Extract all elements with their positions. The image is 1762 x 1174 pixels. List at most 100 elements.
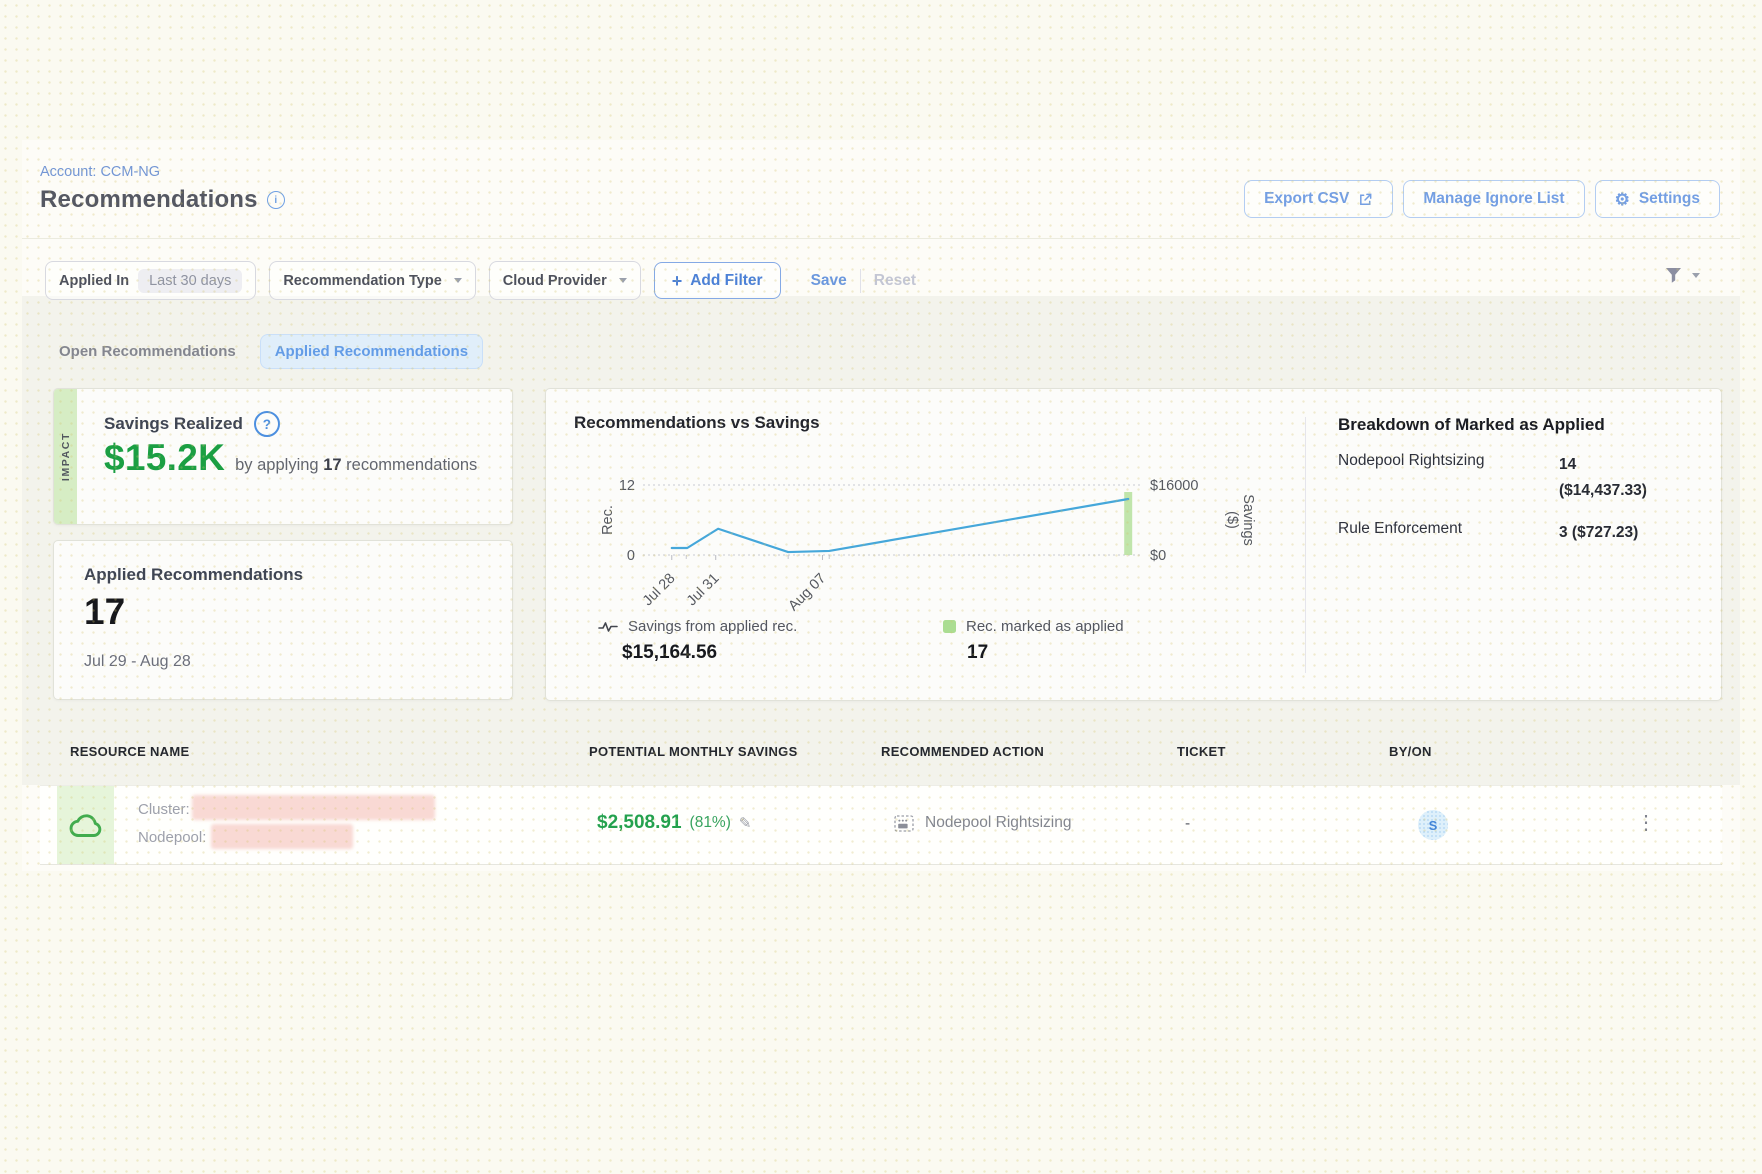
chevron-down-icon: [619, 278, 627, 283]
applied-card-title: Applied Recommendations: [84, 565, 303, 585]
breakdown-panel: Breakdown of Marked as Applied Nodepool …: [1338, 415, 1698, 546]
legend-savings: Savings from applied rec. $15,164.56: [598, 618, 797, 664]
edit-pencil-icon[interactable]: ✎: [739, 814, 752, 832]
card-divider: [1305, 417, 1306, 673]
manage-ignore-list-label: Manage Ignore List: [1423, 190, 1564, 208]
svg-text:$16000: $16000: [1150, 478, 1198, 494]
column-header-potential-savings: POTENTIAL MONTHLY SAVINGS: [589, 744, 798, 759]
tab-open-recommendations[interactable]: Open Recommendations: [45, 335, 250, 368]
page-title-row: Recommendations i: [40, 186, 285, 214]
breakdown-row: Rule Enforcement 3 ($727.23): [1338, 520, 1698, 546]
header-actions: Export CSV Manage Ignore List ⚙ Settings: [1244, 180, 1720, 218]
svg-text:Jul 28: Jul 28: [640, 571, 679, 610]
impact-strip: IMPACT: [54, 389, 77, 524]
table-row[interactable]: Cluster: Nodepool: $2,508.91 (81%) ✎ Nod…: [40, 785, 1722, 865]
savings-amount-row: $15.2K by applying 17 recommendations: [104, 437, 477, 479]
impact-strip-label: IMPACT: [60, 432, 72, 481]
breakdown-title: Breakdown of Marked as Applied: [1338, 415, 1698, 435]
svg-text:Rec.: Rec.: [600, 505, 616, 535]
settings-button[interactable]: ⚙ Settings: [1595, 180, 1720, 218]
row-savings-value: $2,508.91: [597, 812, 682, 834]
svg-text:0: 0: [627, 548, 635, 564]
cluster-label: Cluster:: [138, 801, 190, 818]
action-cell: Nodepool Rightsizing: [894, 814, 1071, 832]
avatar[interactable]: S: [1418, 810, 1448, 840]
impact-card: IMPACT Savings Realized ? $15.2K by appl…: [53, 388, 513, 525]
chart-card: Recommendations vs Savings 120$16000$0Re…: [545, 388, 1722, 701]
export-csv-button[interactable]: Export CSV: [1244, 180, 1393, 218]
savings-cell: $2,508.91 (81%) ✎: [597, 812, 751, 834]
column-header-resource-name: RESOURCE NAME: [70, 744, 189, 759]
column-header-by-on: BY/ON: [1389, 744, 1432, 759]
export-csv-label: Export CSV: [1264, 190, 1349, 208]
cloud-icon: [68, 812, 104, 839]
filter-chip-recommendation-type[interactable]: Recommendation Type: [269, 261, 475, 300]
resource-type-cell: [57, 786, 114, 864]
chevron-down-icon: [1692, 273, 1700, 278]
row-menu-kebab-icon[interactable]: ⋮: [1636, 813, 1656, 833]
add-filter-button[interactable]: + Add Filter: [654, 262, 781, 299]
plus-icon: +: [672, 272, 683, 290]
question-icon[interactable]: ?: [254, 411, 280, 437]
filter-chip-applied-in[interactable]: Applied In Last 30 days: [45, 261, 256, 300]
recommendation-type-label: Recommendation Type: [283, 273, 441, 289]
save-filter-button[interactable]: Save: [811, 272, 847, 290]
add-filter-label: Add Filter: [690, 272, 762, 290]
line-wave-icon: [598, 620, 618, 634]
svg-text:Aug 07: Aug 07: [785, 571, 829, 615]
breakdown-value-line2: ($14,437.33): [1559, 482, 1647, 499]
column-header-recommended-action: RECOMMENDED ACTION: [881, 744, 1044, 759]
redacted-nodepool-name: [211, 824, 353, 849]
breakdown-row-value: 3 ($727.23): [1559, 520, 1638, 546]
nodepool-label: Nodepool:: [138, 829, 206, 846]
filter-divider: [860, 269, 861, 293]
breakdown-row: Nodepool Rightsizing 14 ($14,437.33): [1338, 452, 1698, 503]
applied-card-date-range: Jul 29 - Aug 28: [84, 653, 191, 671]
legend-marked-label: Rec. marked as applied: [966, 618, 1124, 635]
manage-ignore-list-button[interactable]: Manage Ignore List: [1403, 180, 1584, 218]
funnel-icon: [1663, 265, 1684, 285]
filter-chip-cloud-provider[interactable]: Cloud Provider: [489, 261, 641, 300]
desc-suffix: recommendations: [346, 456, 477, 474]
breakdown-row-label: Rule Enforcement: [1338, 520, 1559, 546]
applied-in-value[interactable]: Last 30 days: [138, 269, 242, 293]
gear-icon: ⚙: [1615, 191, 1630, 208]
nodepool-icon: [894, 815, 914, 832]
applied-card-count: 17: [84, 591, 125, 633]
chevron-down-icon: [454, 278, 462, 283]
savings-amount: $15.2K: [104, 437, 225, 479]
breakdown-row-value: 14 ($14,437.33): [1559, 452, 1647, 503]
chart-canvas: 120$16000$0Rec.Savings($)Jul 28Jul 31Aug…: [596, 439, 1296, 624]
settings-label: Settings: [1639, 190, 1700, 208]
page-title: Recommendations: [40, 186, 258, 214]
svg-text:Savings($): Savings($): [1224, 494, 1256, 546]
recommendations-tabs: Open Recommendations Applied Recommendat…: [45, 334, 483, 369]
column-header-ticket: TICKET: [1177, 744, 1226, 759]
tab-applied-recommendations[interactable]: Applied Recommendations: [260, 334, 483, 369]
breakdown-value-line1: 14: [1559, 456, 1576, 473]
svg-text:Jul 31: Jul 31: [684, 571, 723, 610]
breadcrumb-account[interactable]: Account: CCM-NG: [40, 164, 160, 180]
filter-panel-toggle[interactable]: [1663, 265, 1700, 285]
chart-title: Recommendations vs Savings: [574, 413, 820, 433]
savings-realized-title-row: Savings Realized ?: [104, 411, 280, 437]
svg-text:$0: $0: [1150, 548, 1166, 564]
row-savings-percent: (81%): [690, 814, 731, 832]
savings-description: by applying 17 recommendations: [235, 456, 477, 475]
breakdown-row-label: Nodepool Rightsizing: [1338, 452, 1559, 503]
legend-marked-applied: Rec. marked as applied 17: [943, 618, 1124, 664]
desc-count: 17: [323, 456, 341, 474]
applied-recommendations-card: Applied Recommendations 17 Jul 29 - Aug …: [53, 540, 513, 700]
external-link-icon: [1358, 192, 1373, 207]
cloud-provider-label: Cloud Provider: [503, 273, 607, 289]
filter-bar: Applied In Last 30 days Recommendation T…: [45, 261, 916, 300]
info-icon[interactable]: i: [267, 191, 285, 209]
applied-in-label: Applied In: [59, 273, 129, 289]
row-action-label: Nodepool Rightsizing: [925, 814, 1071, 832]
reset-filter-button[interactable]: Reset: [874, 272, 916, 290]
savings-realized-title: Savings Realized: [104, 414, 243, 434]
green-square-icon: [943, 620, 956, 633]
legend-marked-value: 17: [967, 642, 1124, 664]
desc-prefix: by applying: [235, 456, 318, 474]
redacted-cluster-name: [192, 795, 435, 820]
